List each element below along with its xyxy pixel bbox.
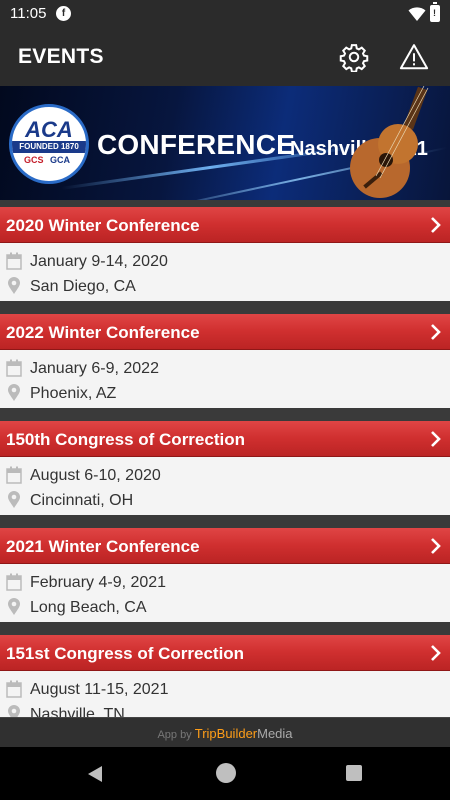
event-card[interactable]: 151st Congress of Correction August 11-1… (0, 628, 450, 717)
back-icon[interactable] (87, 765, 103, 783)
status-time: 11:05 (10, 5, 47, 22)
event-location: Phoenix, AZ (30, 385, 117, 402)
event-title[interactable]: 2021 Winter Conference (6, 537, 200, 557)
event-card[interactable]: 2022 Winter Conference January 6-9, 2022… (0, 307, 450, 408)
event-location: Nashville, TN (30, 706, 125, 717)
footer-credit: App by TripBuilderMedia (0, 726, 450, 741)
warning-icon[interactable] (399, 42, 429, 72)
chevron-right-icon[interactable] (429, 643, 443, 663)
event-title[interactable]: 151st Congress of Correction (6, 644, 244, 664)
map-pin-icon (8, 277, 20, 294)
calendar-icon (6, 466, 22, 484)
event-dates: January 6-9, 2022 (30, 360, 159, 377)
event-header[interactable]: 151st Congress of Correction (0, 635, 450, 671)
system-nav-bar (0, 747, 450, 800)
seal-acronym: ACA (25, 117, 73, 142)
event-location: Long Beach, CA (30, 599, 147, 616)
conference-banner: ACA FOUNDED 1870 GCS GCA CONFERENCE Nash… (0, 86, 450, 200)
event-header[interactable]: 2020 Winter Conference (0, 207, 450, 243)
event-details[interactable]: February 4-9, 2021 Long Beach, CA (0, 564, 450, 622)
aca-seal-logo: ACA FOUNDED 1870 GCS GCA (9, 104, 89, 184)
event-location: San Diego, CA (30, 278, 136, 295)
guitar-illustration (350, 86, 429, 198)
chevron-right-icon[interactable] (429, 536, 443, 556)
event-details[interactable]: January 6-9, 2022 Phoenix, AZ (0, 350, 450, 408)
calendar-icon (6, 359, 22, 377)
event-location: Cincinnati, OH (30, 492, 134, 509)
event-header[interactable]: 2021 Winter Conference (0, 528, 450, 564)
status-bar: 11:05 f ! (0, 0, 450, 28)
calendar-icon (6, 680, 22, 698)
gear-icon[interactable] (339, 42, 369, 72)
event-header[interactable]: 2022 Winter Conference (0, 314, 450, 350)
event-dates: August 6-10, 2020 (30, 467, 161, 484)
event-details[interactable]: August 11-15, 2021 Nashville, TN (0, 671, 450, 717)
events-list[interactable]: 2020 Winter Conference January 9-14, 202… (0, 200, 450, 717)
event-title[interactable]: 2022 Winter Conference (6, 323, 200, 343)
event-card[interactable]: 150th Congress of Correction August 6-10… (0, 414, 450, 515)
footer-brand-media: Media (257, 726, 293, 741)
banner-heading: CONFERENCE (97, 129, 296, 160)
wifi-icon (408, 7, 426, 21)
map-pin-icon (8, 384, 20, 401)
map-pin-icon (8, 598, 20, 615)
event-header[interactable]: 150th Congress of Correction (0, 421, 450, 457)
footer-credit-bar: App by TripBuilderMedia (0, 717, 450, 747)
calendar-icon (6, 573, 22, 591)
home-icon[interactable] (216, 763, 236, 783)
event-card[interactable]: 2021 Winter Conference February 4-9, 202… (0, 521, 450, 622)
facebook-icon: f (56, 6, 71, 21)
seal-founded: FOUNDED 1870 (12, 141, 86, 153)
event-dates: January 9-14, 2020 (30, 253, 168, 270)
chevron-right-icon[interactable] (429, 215, 443, 235)
event-dates: February 4-9, 2021 (30, 574, 167, 591)
calendar-icon (6, 252, 22, 270)
event-title[interactable]: 2020 Winter Conference (6, 216, 200, 236)
event-details[interactable]: January 9-14, 2020 San Diego, CA (0, 243, 450, 301)
event-details[interactable]: August 6-10, 2020 Cincinnati, OH (0, 457, 450, 515)
page-title: EVENTS (18, 45, 104, 68)
event-card[interactable]: 2020 Winter Conference January 9-14, 202… (0, 200, 450, 301)
footer-prefix: App by (157, 729, 192, 741)
event-title[interactable]: 150th Congress of Correction (6, 430, 245, 450)
chevron-right-icon[interactable] (429, 429, 443, 449)
event-dates: August 11-15, 2021 (30, 681, 169, 698)
seal-gca: GCA (50, 155, 70, 165)
battery-icon: ! (430, 2, 440, 22)
map-pin-icon (8, 705, 20, 717)
footer-brand-trip: TripBuilder (194, 726, 258, 741)
seal-gcs: GCS (24, 155, 44, 165)
recent-apps-icon[interactable] (346, 765, 362, 781)
map-pin-icon (8, 491, 20, 508)
chevron-right-icon[interactable] (429, 322, 443, 342)
app-bar: EVENTS (0, 28, 450, 86)
